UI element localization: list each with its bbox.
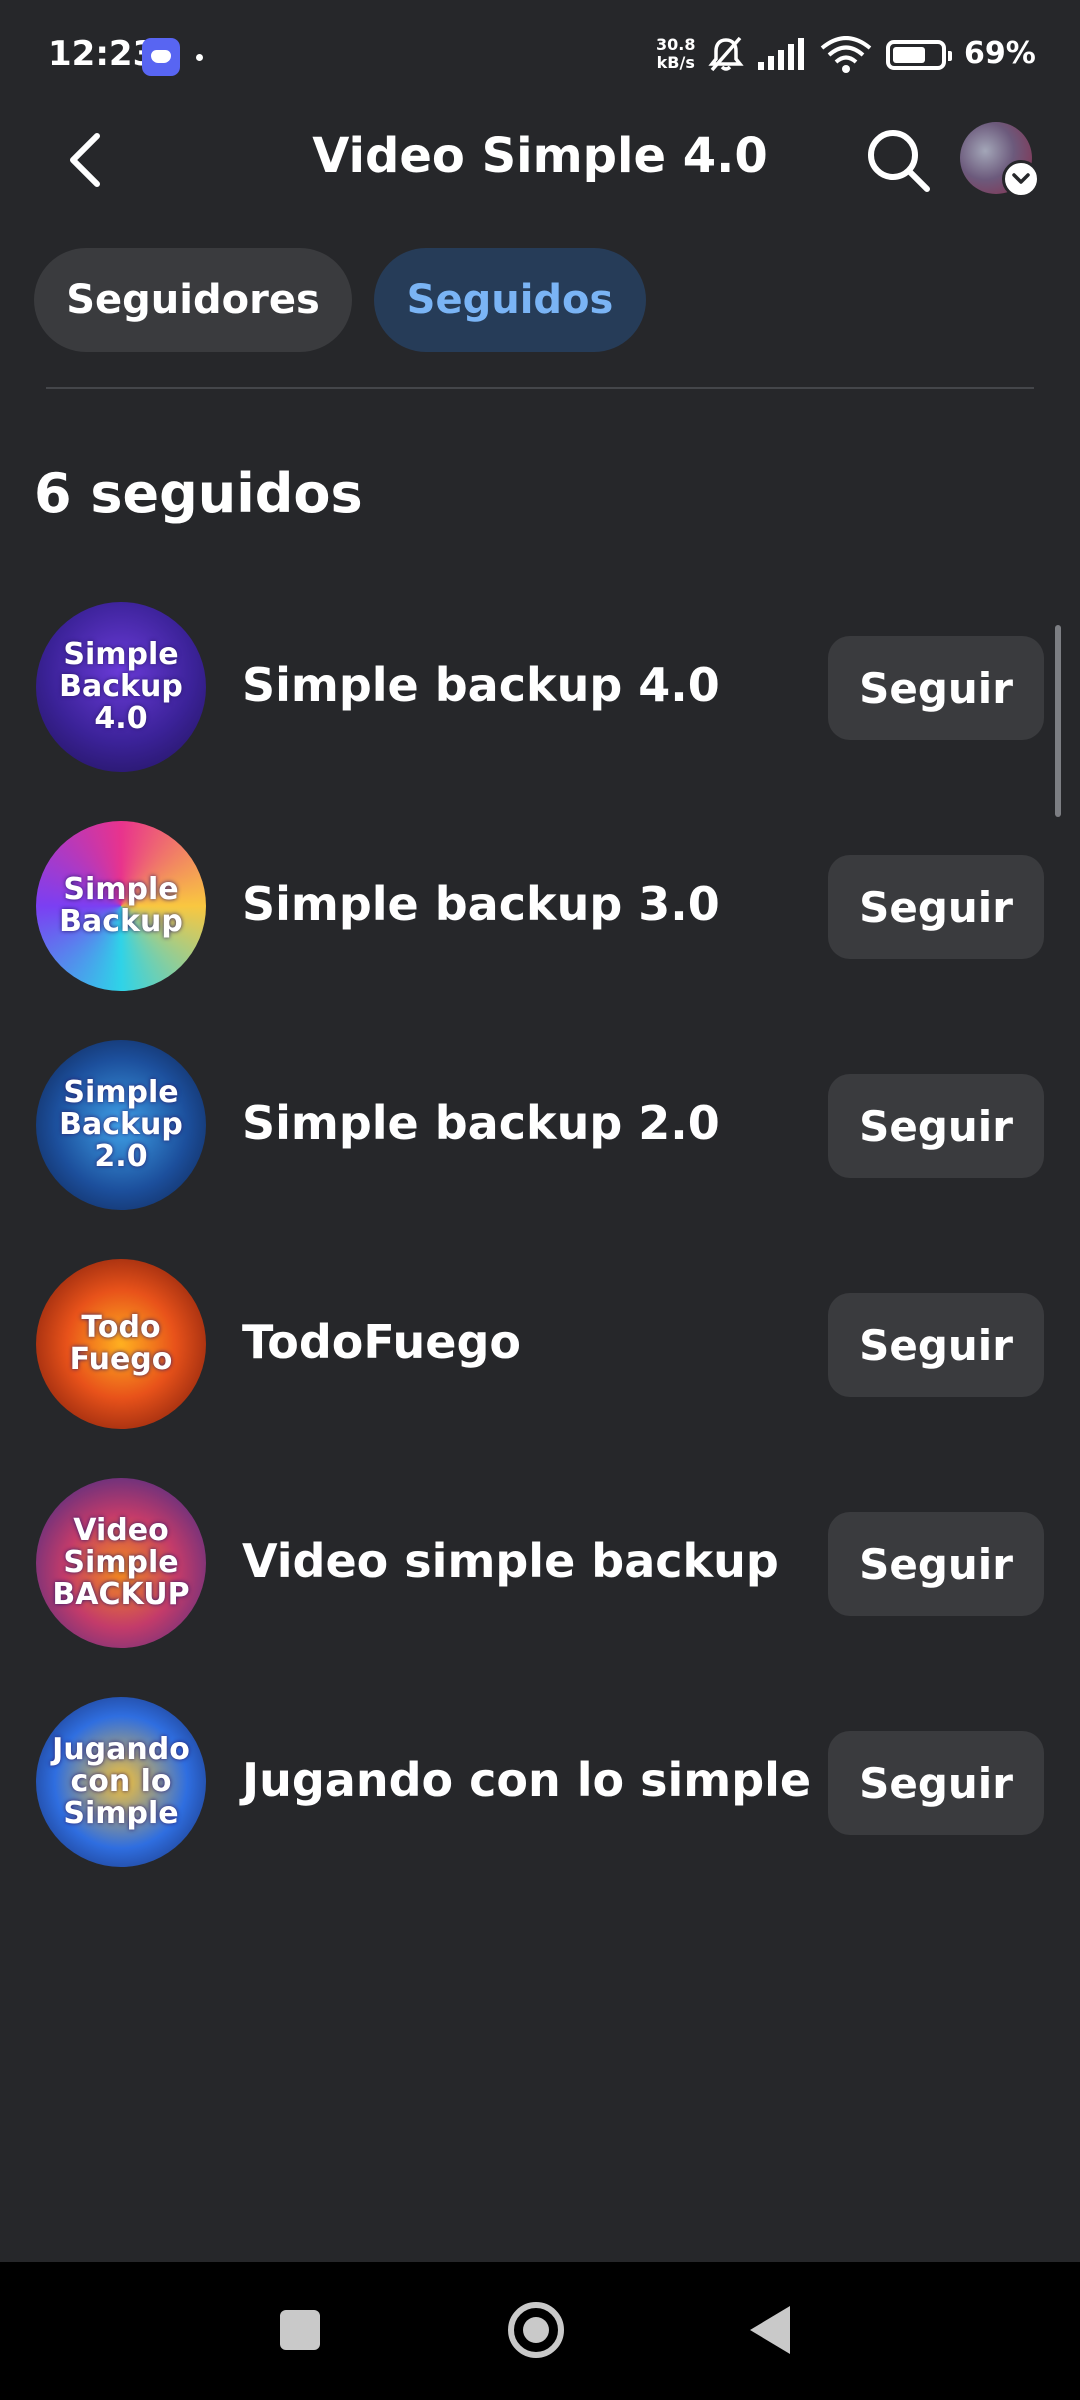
- channel-avatar: Video Simple BACKUP: [36, 1478, 206, 1648]
- cell-signal-icon: [758, 38, 804, 70]
- channel-name: TodoFuego: [242, 1315, 522, 1369]
- follow-button[interactable]: Seguir: [828, 636, 1044, 740]
- avatar-logo-text: Simple Backup: [59, 872, 183, 939]
- chevron-down-icon: [1012, 173, 1030, 184]
- search-button[interactable]: [858, 120, 938, 200]
- account-switcher-button[interactable]: [1002, 160, 1040, 198]
- tab-followers[interactable]: Seguidores: [34, 248, 352, 352]
- avatar-logo-text: Jugando con lo Simple: [52, 1732, 190, 1831]
- avatar-logo-text: Simple Backup 4.0: [59, 637, 183, 736]
- list-item[interactable]: Simple Backup 2.0 Simple backup 2.0 Segu…: [0, 1038, 1080, 1218]
- network-speed-unit: kB/s: [656, 53, 695, 72]
- app-header: Video Simple 4.0: [0, 110, 1080, 210]
- more-notifications-dot-icon: [196, 54, 203, 61]
- follow-button[interactable]: Seguir: [828, 1293, 1044, 1397]
- avatar-logo-text: Todo Fuego: [69, 1310, 173, 1377]
- system-nav-bar: [0, 2262, 1080, 2400]
- home-button[interactable]: [508, 2302, 564, 2358]
- follow-button[interactable]: Seguir: [828, 1731, 1044, 1835]
- channel-avatar: Simple Backup: [36, 821, 206, 991]
- follow-button[interactable]: Seguir: [828, 1512, 1044, 1616]
- channel-name: Simple backup 4.0: [242, 658, 720, 712]
- channel-name: Video simple backup: [242, 1534, 779, 1588]
- avatar-logo-text: Simple Backup 2.0: [59, 1075, 183, 1174]
- chevron-left-icon: [70, 133, 100, 187]
- channel-name: Simple backup 2.0: [242, 1096, 720, 1150]
- battery-icon: [886, 40, 952, 70]
- list-item[interactable]: Simple Backup 4.0 Simple backup 4.0 Segu…: [0, 600, 1080, 780]
- status-time: 12:23: [48, 34, 157, 74]
- discord-notification-icon: [142, 38, 180, 76]
- list-item[interactable]: Video Simple BACKUP Video simple backup …: [0, 1476, 1080, 1656]
- tab-following[interactable]: Seguidos: [374, 248, 646, 352]
- list-item[interactable]: Jugando con lo Simple Jugando con lo sim…: [0, 1695, 1080, 1875]
- search-icon: [868, 130, 930, 192]
- channel-name: Simple backup 3.0: [242, 877, 720, 931]
- channel-avatar: Simple Backup 4.0: [36, 602, 206, 772]
- list-item[interactable]: Simple Backup Simple backup 3.0 Seguir: [0, 819, 1080, 999]
- page-title: Video Simple 4.0: [312, 128, 768, 184]
- avatar-logo-text: Video Simple BACKUP: [52, 1513, 190, 1612]
- notifications-muted-icon: [708, 36, 744, 72]
- scrollbar[interactable]: [1055, 625, 1061, 817]
- network-speed: 30.8 kB/s: [656, 36, 695, 72]
- network-speed-value: 30.8: [656, 35, 696, 54]
- divider: [46, 387, 1034, 389]
- channel-avatar: Jugando con lo Simple: [36, 1697, 206, 1867]
- recents-button[interactable]: [280, 2310, 320, 2350]
- back-nav-button[interactable]: [750, 2306, 790, 2354]
- channel-name: Jugando con lo simple: [242, 1753, 812, 1807]
- back-button[interactable]: [50, 122, 120, 198]
- battery-percent: 69%: [964, 36, 1036, 71]
- follow-button[interactable]: Seguir: [828, 855, 1044, 959]
- channel-avatar: Todo Fuego: [36, 1259, 206, 1429]
- list-item[interactable]: Todo Fuego TodoFuego Seguir: [0, 1257, 1080, 1437]
- wifi-icon: [820, 36, 872, 73]
- follow-button[interactable]: Seguir: [828, 1074, 1044, 1178]
- following-count: 6 seguidos: [34, 462, 363, 525]
- channel-avatar: Simple Backup 2.0: [36, 1040, 206, 1210]
- status-bar: 12:23 30.8 kB/s 69%: [0, 0, 1080, 110]
